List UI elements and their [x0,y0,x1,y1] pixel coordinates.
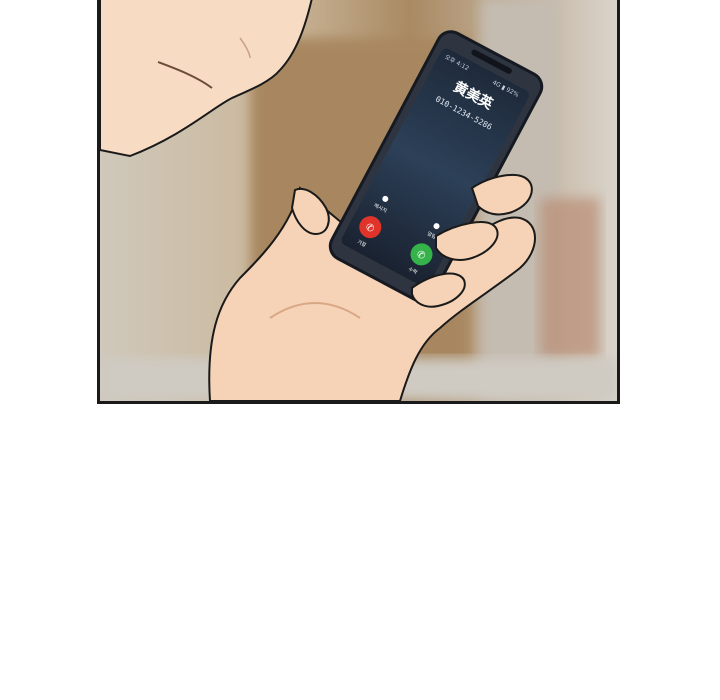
scene-illustration: 오후 4:12 4G ▮ 92% 黄美英 010-1234-5286 메시지 알… [100,0,617,401]
comic-panel: 오후 4:12 4G ▮ 92% 黄美英 010-1234-5286 메시지 알… [97,0,620,404]
